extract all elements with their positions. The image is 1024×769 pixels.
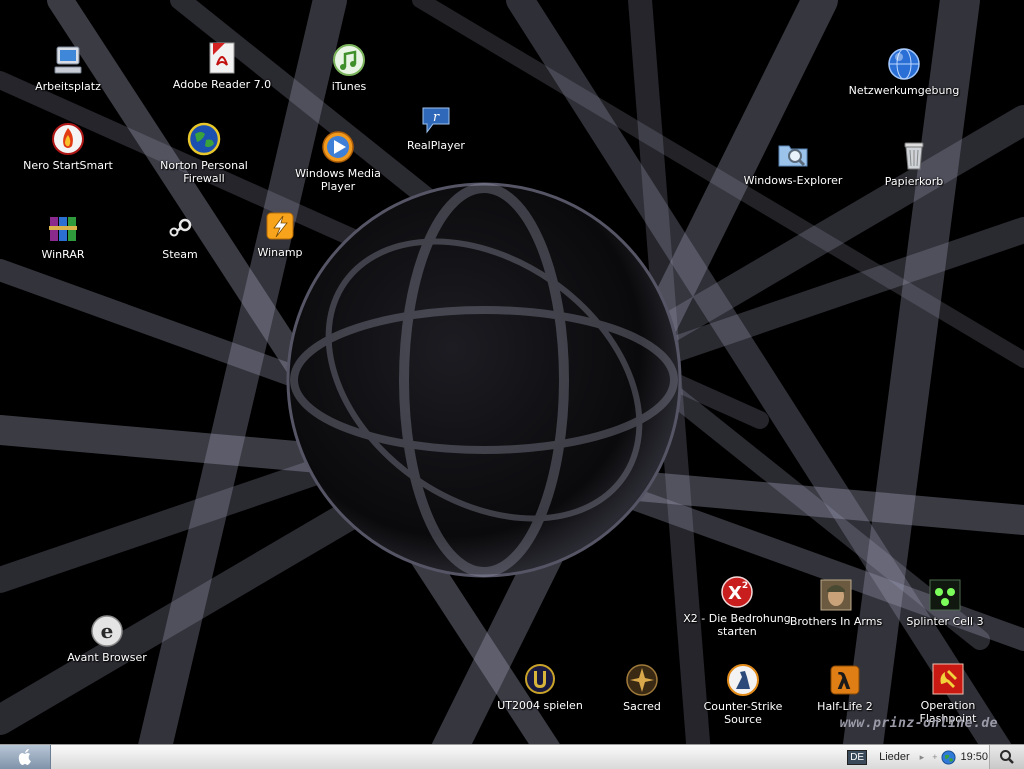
svg-text:e: e: [101, 619, 114, 643]
desktop-icon-adobe-reader[interactable]: Adobe Reader 7.0: [167, 41, 277, 91]
desktop-icon-itunes[interactable]: iTunes: [294, 43, 404, 93]
svg-text:λ: λ: [837, 670, 851, 695]
half-life-lambda-icon: λ: [830, 665, 860, 695]
icon-label: Papierkorb: [884, 175, 944, 188]
icon-label: RealPlayer: [407, 139, 465, 152]
icon-label: UT2004 spielen: [497, 699, 583, 712]
desktop-icon-netzwerkumgebung[interactable]: Netzwerkumgebung: [849, 47, 959, 97]
toolbar-label-lieder[interactable]: Lieder: [879, 751, 910, 763]
icon-label: Windows-Explorer: [743, 174, 843, 187]
realplayer-icon: r: [422, 107, 450, 134]
icon-label: Nero StartSmart: [23, 159, 113, 172]
desktop-icon-winamp[interactable]: Winamp: [225, 209, 335, 259]
icon-label: X2 - Die Bedrohung starten: [683, 612, 791, 638]
unreal-tournament-icon: [525, 664, 555, 694]
start-button[interactable]: [0, 745, 51, 769]
apple-icon: [18, 749, 31, 765]
icon-label: Norton Personal Firewall: [160, 159, 248, 185]
taskbar: DE Lieder ▸ + 19:50: [0, 744, 1024, 769]
splinter-cell-icon: [929, 579, 961, 611]
desktop-icon-arbeitsplatz[interactable]: Arbeitsplatz: [13, 43, 123, 93]
icon-label: Netzwerkumgebung: [848, 84, 960, 97]
icon-label: Brothers In Arms: [789, 615, 883, 628]
language-indicator[interactable]: DE: [847, 749, 868, 765]
icon-label: Winamp: [257, 246, 303, 259]
tray-divider-icon: +: [932, 752, 938, 762]
steam-icon: [169, 218, 192, 237]
desktop-icon-ut2004[interactable]: UT2004 spielen: [485, 662, 595, 712]
desktop-icon-windows-explorer[interactable]: Windows-Explorer: [738, 137, 848, 187]
recycle-bin-icon: [904, 142, 924, 170]
brothers-in-arms-icon: [820, 579, 852, 611]
icon-label: Sacred: [623, 700, 661, 713]
x2-game-icon: X 2: [721, 576, 753, 608]
icon-label: Counter-Strike Source: [703, 700, 783, 726]
nero-flame-icon: [52, 123, 84, 155]
watermark-text: www.prinz-online.de: [839, 716, 998, 731]
counter-strike-icon: [727, 664, 759, 696]
clock[interactable]: 19:50: [960, 751, 988, 763]
svg-text:X: X: [728, 583, 742, 604]
network-globe-icon: [888, 48, 920, 80]
desktop-icon-half-life-2[interactable]: λ Half-Life 2: [790, 663, 900, 713]
icon-label: Splinter Cell 3: [906, 615, 984, 628]
svg-text:2: 2: [742, 581, 748, 591]
icon-label: Steam: [162, 248, 198, 261]
desktop-icon-nero-startsmart[interactable]: Nero StartSmart: [13, 122, 123, 172]
icon-label: iTunes: [331, 80, 367, 93]
icon-label: Adobe Reader 7.0: [172, 78, 272, 91]
avant-browser-icon: e: [91, 615, 123, 647]
desktop-icon-avant-browser[interactable]: e Avant Browser: [52, 614, 162, 664]
desktop-icon-papierkorb[interactable]: Papierkorb: [859, 138, 969, 188]
desktop-icon-splinter-cell-3[interactable]: Splinter Cell 3: [890, 578, 1000, 628]
icon-label: Arbeitsplatz: [35, 80, 101, 93]
sacred-icon: [626, 664, 658, 696]
system-tray: DE Lieder ▸ + 19:50: [847, 745, 988, 769]
explorer-folder-icon: [778, 145, 808, 167]
desktop-icon-counter-strike-source[interactable]: Counter-Strike Source: [688, 663, 798, 726]
desktop-icon-realplayer[interactable]: r RealPlayer: [381, 102, 491, 152]
desktop-icon-x2[interactable]: X 2 X2 - Die Bedrohung starten: [682, 575, 792, 638]
computer-icon: [54, 46, 82, 74]
winamp-bolt-icon: [266, 212, 294, 240]
desktop-icon-windows-media-player[interactable]: Windows Media Player: [283, 130, 393, 193]
media-player-play-icon: [322, 131, 354, 163]
desktop-icon-winrar[interactable]: WinRAR: [8, 211, 118, 261]
icon-label: Avant Browser: [67, 651, 147, 664]
icon-label: Half-Life 2: [817, 700, 873, 713]
svg-text:r: r: [433, 110, 440, 125]
icon-label: WinRAR: [41, 248, 85, 261]
search-button[interactable]: [989, 745, 1024, 769]
itunes-icon: [333, 44, 365, 76]
desktop-icon-brothers-in-arms[interactable]: Brothers In Arms: [781, 578, 891, 628]
desktop-icon-norton-firewall[interactable]: Norton Personal Firewall: [149, 122, 259, 185]
chevron-right-icon[interactable]: ▸: [920, 752, 925, 763]
icon-label: Windows Media Player: [295, 167, 381, 193]
adobe-reader-icon: [209, 42, 235, 74]
search-icon: [1000, 750, 1014, 764]
desktop-icon-sacred[interactable]: Sacred: [587, 663, 697, 713]
network-globe-tray-icon[interactable]: [941, 749, 956, 765]
desktop-icon-steam[interactable]: Steam: [125, 211, 235, 261]
operation-flashpoint-icon: [932, 663, 964, 695]
winrar-books-icon: [49, 217, 77, 241]
norton-globe-icon: [187, 122, 221, 156]
